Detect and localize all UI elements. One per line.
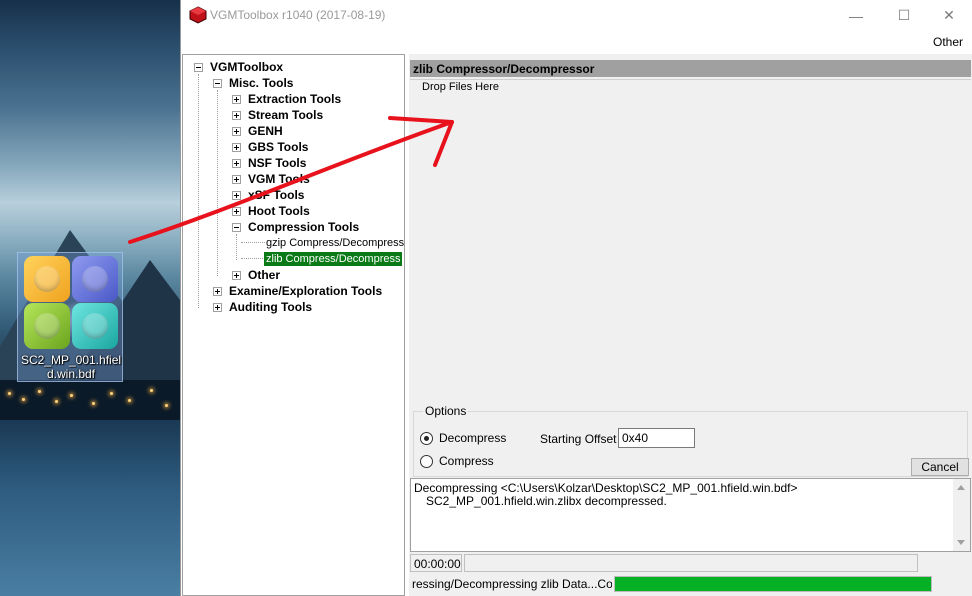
output-log[interactable]: Decompressing <C:\Users\Kolzar\Desktop\S… [410, 478, 971, 552]
compress-radio[interactable]: Compress [420, 454, 494, 468]
progress-fill [615, 577, 931, 591]
tree-node-extraction-tools[interactable]: Extraction Tools [232, 91, 343, 107]
tools-tree[interactable]: VGMToolbox Misc. Tools Extraction Tools … [182, 54, 405, 596]
status-panel [464, 554, 918, 572]
file-icon-orange-cube [24, 256, 70, 302]
desktop-background: SC2_MP_001.hfield.win.bdf [0, 0, 180, 596]
expand-icon[interactable] [232, 110, 241, 120]
tree-node-genh[interactable]: GENH [232, 123, 285, 139]
expand-icon[interactable] [213, 286, 222, 296]
file-icon-blue-cube [72, 256, 118, 302]
tree-node-stream-tools[interactable]: Stream Tools [232, 107, 325, 123]
file-icon-teal-cube [72, 303, 118, 349]
tree-node-nsf-tools[interactable]: NSF Tools [232, 155, 308, 171]
starting-offset-label: Starting Offset [540, 432, 617, 446]
app-window: VGMToolbox r1040 (2017-08-19) — ☐ ✕ Othe… [180, 0, 972, 596]
collapse-icon[interactable] [194, 62, 203, 72]
file-icon-green-cube [24, 303, 70, 349]
tree-node-gzip[interactable]: gzip Compress/Decompress [264, 235, 406, 251]
options-label: Options [423, 404, 469, 418]
expand-icon[interactable] [232, 158, 241, 168]
town-silhouette [0, 380, 180, 420]
compress-label: Compress [439, 454, 494, 468]
desktop-file-label: SC2_MP_001.hfield.win.bdf [20, 353, 122, 381]
status-bar-progress: ressing/Decompressing zlib Data...Cor [410, 574, 971, 594]
menu-bar: Other [181, 31, 972, 53]
expand-icon[interactable] [232, 206, 241, 216]
expand-icon[interactable] [213, 302, 222, 312]
water-reflection [0, 420, 180, 596]
tree-node-vgmtoolbox[interactable]: VGMToolbox [194, 59, 285, 75]
tree-node-compression-tools[interactable]: Compression Tools [232, 219, 361, 235]
toolbox-icon [189, 6, 207, 24]
log-line: SC2_MP_001.hfield.win.zlibx decompressed… [426, 494, 667, 508]
tree-node-misc-tools[interactable]: Misc. Tools [213, 75, 295, 91]
expand-icon[interactable] [232, 190, 241, 200]
expand-icon[interactable] [232, 270, 241, 280]
minimize-button[interactable]: — [833, 0, 879, 31]
elapsed-time: 00:00:00 [410, 554, 462, 572]
window-title: VGMToolbox r1040 (2017-08-19) [210, 8, 386, 22]
close-icon: ✕ [943, 7, 955, 23]
tool-panel: zlib Compressor/Decompressor Drop Files … [409, 54, 972, 596]
expand-icon[interactable] [232, 126, 241, 136]
status-bar-time: 00:00:00 [410, 554, 971, 572]
tree-node-gbs-tools[interactable]: GBS Tools [232, 139, 310, 155]
tree-node-zlib[interactable]: zlib Compress/Decompress [264, 251, 403, 267]
desktop-file-icon[interactable]: SC2_MP_001.hfield.win.bdf [17, 252, 123, 382]
maximize-icon: ☐ [897, 7, 911, 23]
title-bar[interactable]: VGMToolbox r1040 (2017-08-19) — ☐ ✕ [181, 0, 972, 31]
panel-title: zlib Compressor/Decompressor [410, 60, 971, 77]
close-button[interactable]: ✕ [926, 0, 972, 31]
scroll-down-icon[interactable] [957, 540, 965, 545]
collapse-icon[interactable] [232, 222, 241, 232]
tree-node-xsf-tools[interactable]: xSF Tools [232, 187, 306, 203]
drop-files-area[interactable]: Drop Files Here Options Decompress Compr… [410, 79, 971, 524]
status-text: ressing/Decompressing zlib Data...Cor [412, 577, 612, 591]
decompress-radio[interactable]: Decompress [420, 431, 506, 445]
cancel-button[interactable]: Cancel [911, 458, 969, 476]
drop-files-label: Drop Files Here [420, 81, 502, 93]
collapse-icon[interactable] [213, 78, 222, 88]
radio-unselected-icon [420, 454, 433, 468]
starting-offset-input[interactable] [618, 428, 695, 448]
expand-icon[interactable] [232, 142, 241, 152]
progress-bar [614, 576, 932, 592]
tree-node-hoot-tools[interactable]: Hoot Tools [232, 203, 312, 219]
radio-selected-icon [420, 431, 433, 445]
menu-item-other[interactable]: Other [933, 35, 963, 49]
maximize-button[interactable]: ☐ [881, 0, 927, 31]
log-scrollbar[interactable] [953, 479, 970, 551]
tree-node-other[interactable]: Other [232, 267, 282, 283]
minimize-icon: — [849, 7, 863, 24]
expand-icon[interactable] [232, 174, 241, 184]
tree-node-vgm-tools[interactable]: VGM Tools [232, 171, 312, 187]
tree-node-auditing-tools[interactable]: Auditing Tools [213, 299, 314, 315]
options-group: Options Decompress Compress Starting Off… [413, 404, 968, 477]
tree-node-examine-tools[interactable]: Examine/Exploration Tools [213, 283, 384, 299]
expand-icon[interactable] [232, 94, 241, 104]
decompress-label: Decompress [439, 431, 507, 445]
scroll-up-icon[interactable] [957, 485, 965, 490]
